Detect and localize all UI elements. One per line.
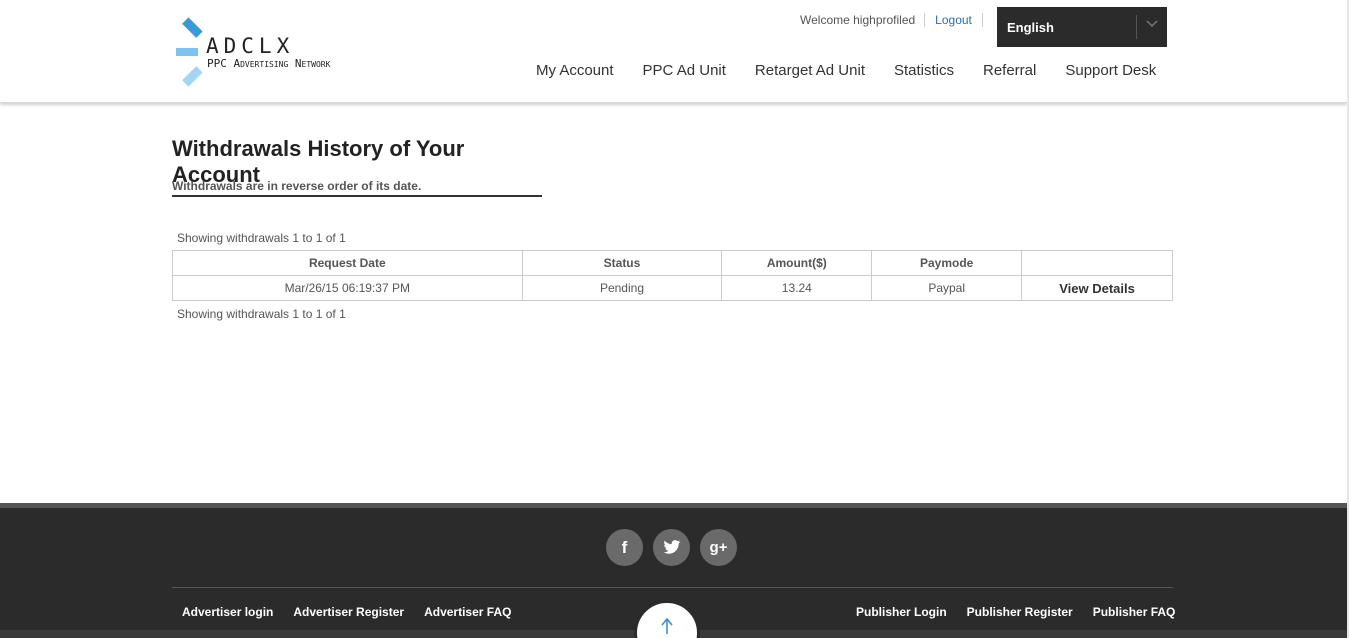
twitter-icon[interactable] (653, 529, 690, 566)
cell-request-date: Mar/26/15 06:19:37 PM (172, 275, 523, 301)
pagination-info-bottom: Showing withdrawals 1 to 1 of 1 (177, 307, 346, 321)
nav-item-statistics[interactable]: Statistics (894, 62, 954, 79)
nav-item-support-desk[interactable]: Support Desk (1065, 62, 1156, 79)
advertiser-login-link[interactable]: Advertiser login (182, 605, 273, 619)
advertiser-links: Advertiser login Advertiser Register Adv… (182, 605, 511, 619)
cell-status: Pending (521, 275, 723, 301)
publisher-login-link[interactable]: Publisher Login (856, 605, 947, 619)
welcome-text: Welcome highprofiled (800, 13, 916, 27)
pagination-info-top: Showing withdrawals 1 to 1 of 1 (177, 231, 346, 245)
main-nav: My Account PPC Ad Unit Retarget Ad Unit … (536, 62, 1156, 79)
col-action (1021, 250, 1173, 276)
publisher-register-link[interactable]: Publisher Register (967, 605, 1073, 619)
logo-tagline: PPC Advertising Network (207, 57, 331, 70)
arrow-up-icon (661, 617, 673, 634)
cell-paymode: Paypal (871, 275, 1023, 301)
site-header: ADCLX PPC Advertising Network Welcome hi… (0, 0, 1347, 103)
col-request-date: Request Date (172, 250, 523, 276)
divider (1136, 15, 1137, 39)
google-plus-icon[interactable]: g+ (700, 529, 737, 566)
nav-item-retarget-ad-unit[interactable]: Retarget Ad Unit (755, 62, 865, 79)
advertiser-faq-link[interactable]: Advertiser FAQ (424, 605, 511, 619)
nav-item-my-account[interactable]: My Account (536, 62, 614, 79)
withdrawals-table: Request Date Status Amount($) Paymode Ma… (172, 250, 1173, 301)
back-to-top-button[interactable] (634, 600, 700, 638)
chevron-down-icon (1145, 17, 1159, 31)
publisher-faq-link[interactable]: Publisher FAQ (1093, 605, 1176, 619)
facebook-icon[interactable]: f (606, 529, 643, 566)
logout-link[interactable]: Logout (925, 13, 982, 27)
col-status: Status (521, 250, 723, 276)
site-footer: f g+ Advertiser login Advertiser Registe… (0, 503, 1347, 638)
language-selected: English (1007, 20, 1054, 35)
social-links: f g+ (606, 529, 747, 566)
site-logo[interactable]: ADCLX PPC Advertising Network (174, 8, 374, 92)
language-select[interactable]: English (997, 7, 1167, 47)
footer-divider (172, 587, 1173, 588)
nav-item-ppc-ad-unit[interactable]: PPC Ad Unit (643, 62, 726, 79)
table-header-row: Request Date Status Amount($) Paymode (172, 250, 1173, 276)
divider (981, 13, 983, 27)
user-topbar: Welcome highprofiled Logout (790, 12, 983, 28)
nav-item-referral[interactable]: Referral (983, 62, 1036, 79)
view-details-link[interactable]: View Details (1021, 275, 1173, 301)
advertiser-register-link[interactable]: Advertiser Register (293, 605, 404, 619)
table-row: Mar/26/15 06:19:37 PM Pending 13.24 Payp… (172, 275, 1173, 301)
publisher-links: Publisher Login Publisher Register Publi… (856, 605, 1175, 619)
col-amount: Amount($) (721, 250, 873, 276)
col-paymode: Paymode (871, 250, 1023, 276)
logo-name: ADCLX (206, 34, 295, 58)
cell-amount: 13.24 (721, 275, 873, 301)
page-subtitle: Withdrawals are in reverse order of its … (172, 179, 422, 193)
